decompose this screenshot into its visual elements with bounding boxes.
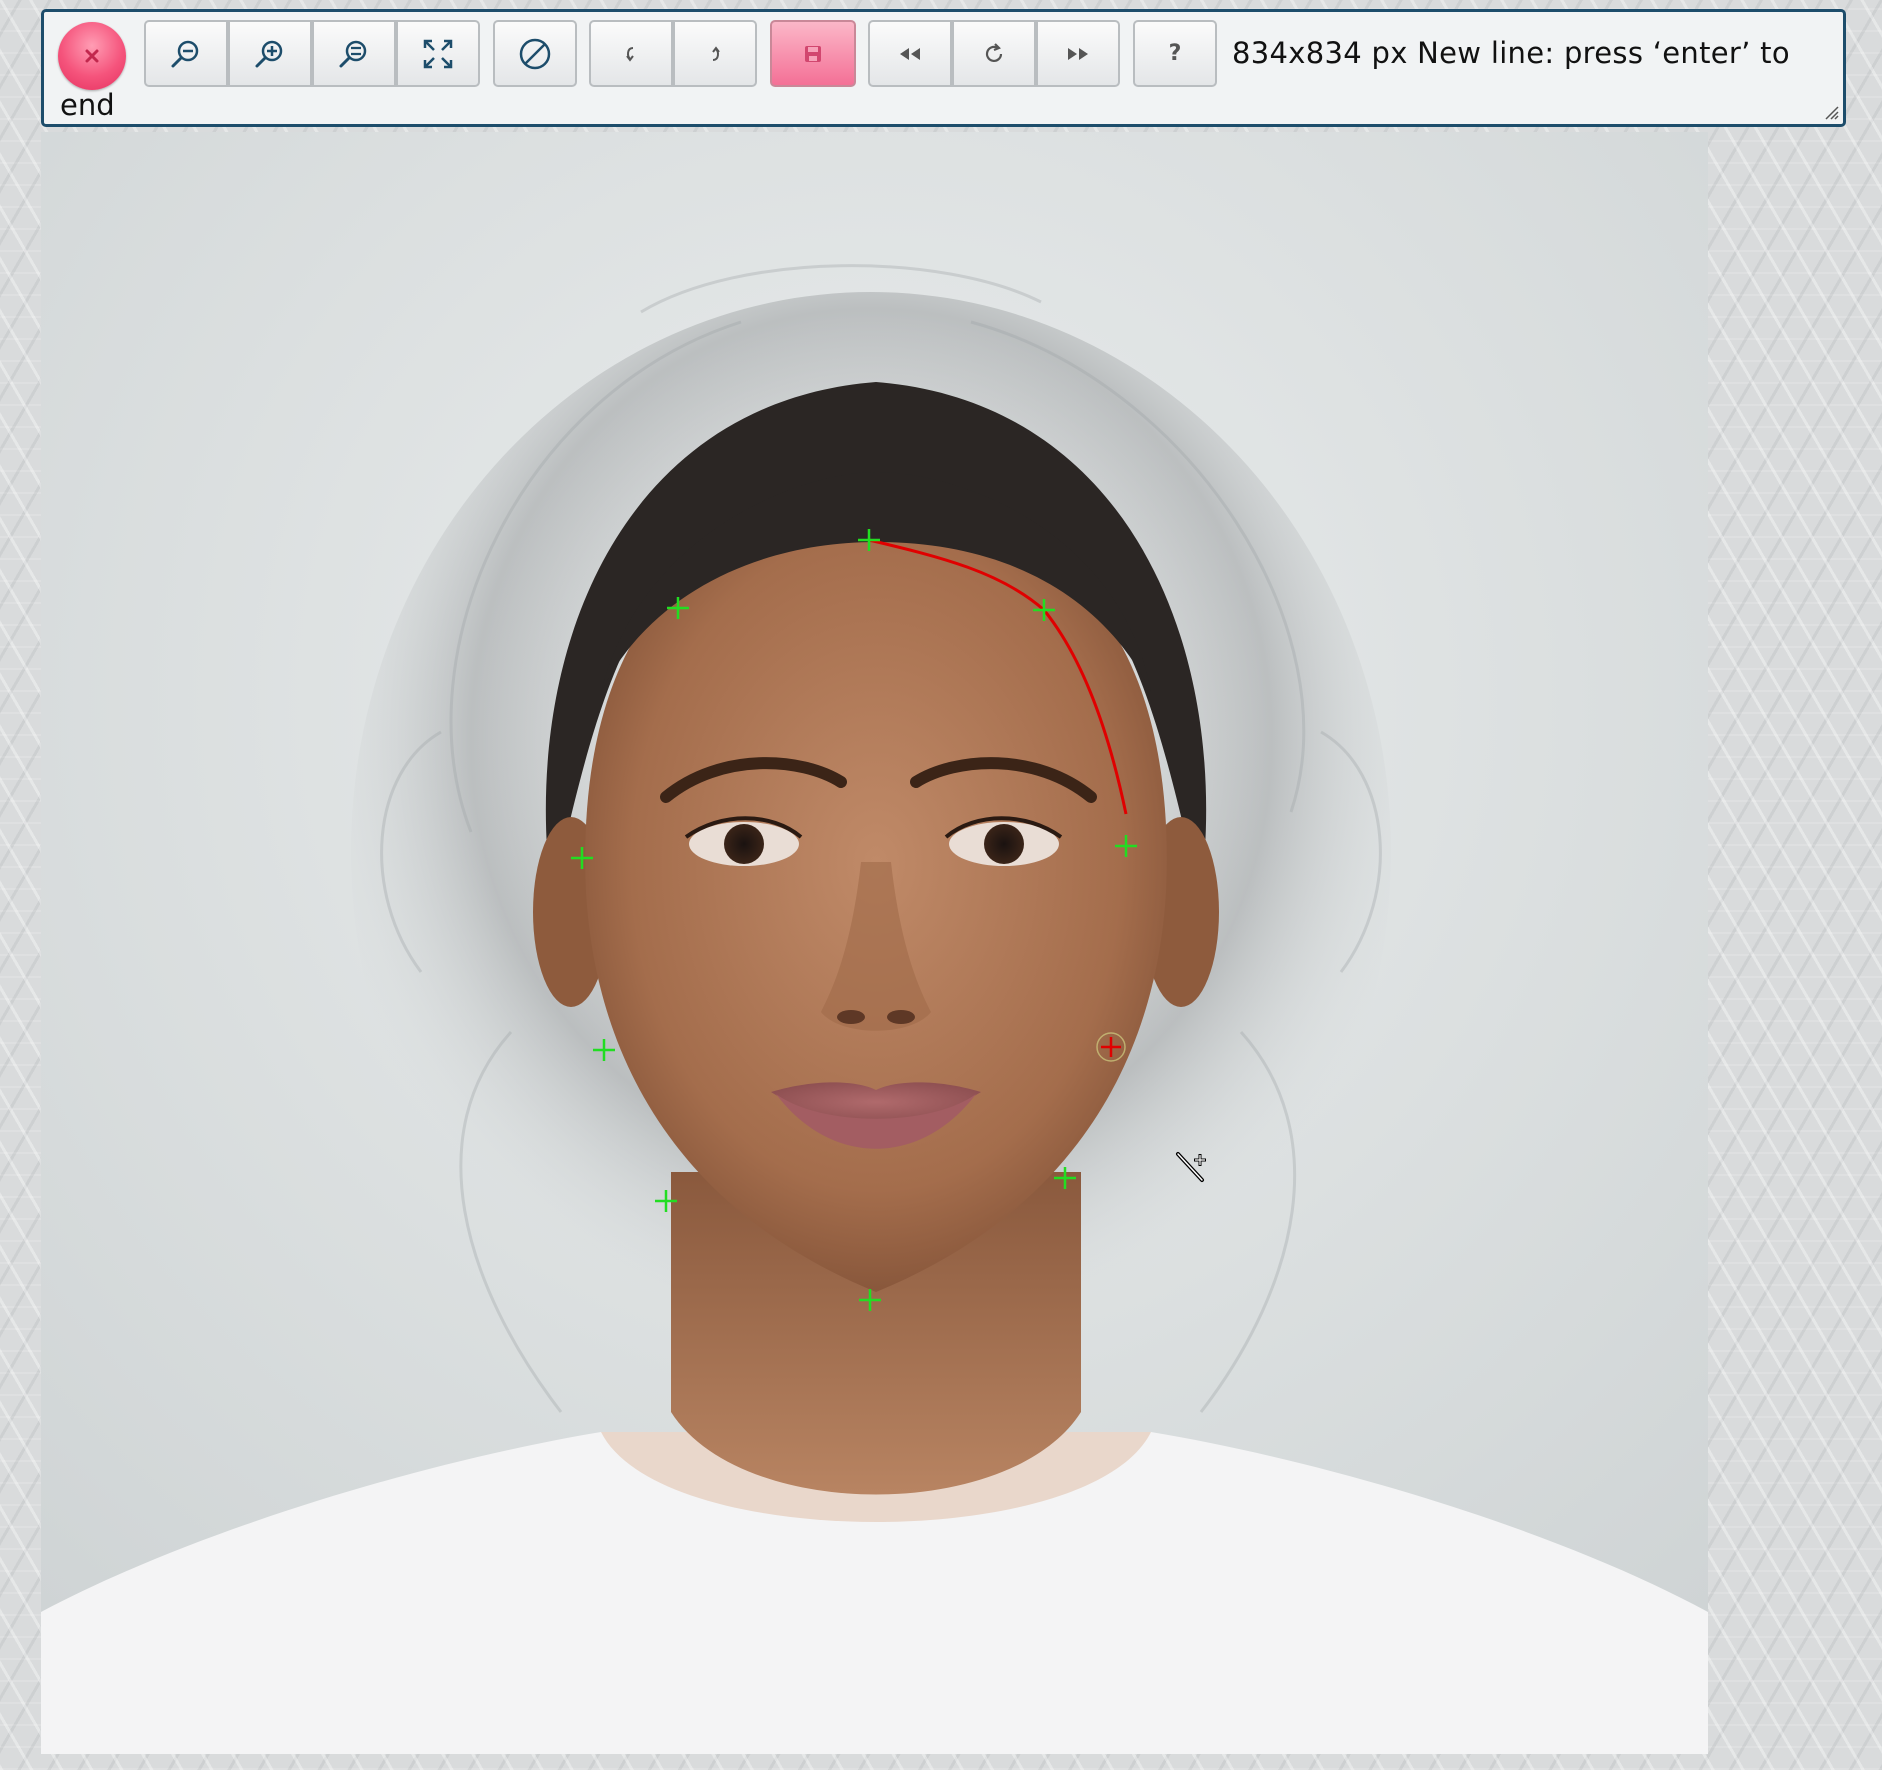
move-cursor-icon [1176,1152,1206,1182]
rewind-icon [900,47,920,60]
redo-button[interactable] [673,20,757,87]
zoom-reset-button[interactable] [312,20,396,87]
refresh-icon [985,42,1003,62]
zoom-in-icon [255,40,283,67]
help-button[interactable]: ? [1133,20,1217,87]
image-canvas[interactable] [41,132,1708,1754]
close-icon [85,49,99,63]
redo-icon [712,45,720,61]
zoom-out-icon [171,40,199,67]
delineation-toolbar: ? 834x834 px New line: press ‘enter’ to … [41,9,1846,127]
next-button[interactable] [1036,20,1120,87]
undo-button[interactable] [589,20,673,87]
zoom-reset-icon [339,40,367,67]
question-icon: ? [1168,41,1182,66]
zoom-in-button[interactable] [228,20,312,87]
zoom-out-button[interactable] [144,20,228,87]
save-icon [805,45,821,62]
status-text-continued: end [60,88,115,122]
clear-button[interactable] [493,20,577,87]
save-button[interactable] [770,20,856,87]
resize-grip-icon[interactable] [1823,104,1839,120]
close-button[interactable] [58,22,126,90]
undo-icon [626,46,634,62]
face-photo [41,132,1708,1754]
fast-forward-icon [1068,47,1088,60]
previous-button[interactable] [868,20,952,87]
refresh-button[interactable] [952,20,1036,87]
status-text: 834x834 px New line: press ‘enter’ to [1232,36,1790,70]
no-entry-icon [519,38,551,69]
expand-icon [423,39,453,68]
fit-to-window-button[interactable] [396,20,480,87]
